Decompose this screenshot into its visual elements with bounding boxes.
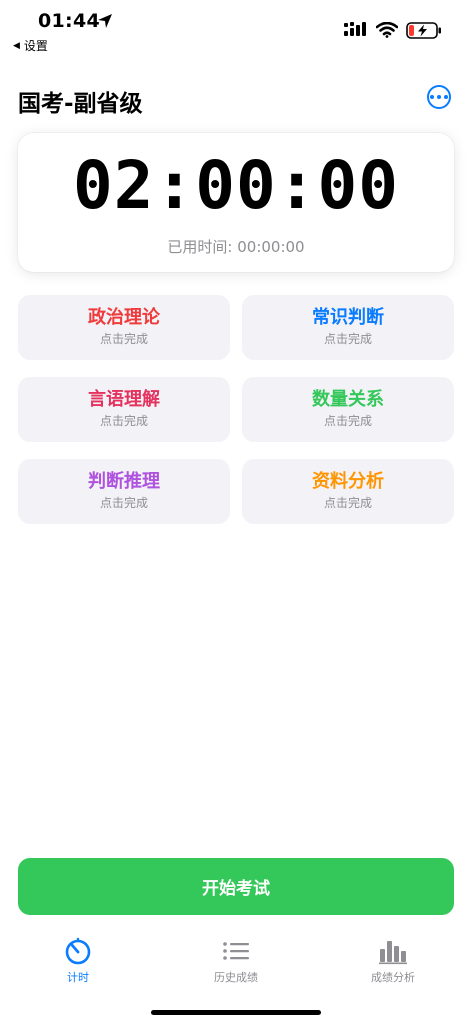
elapsed-label: 已用时间:	[167, 238, 233, 256]
subject-card-common-sense[interactable]: 常识判断 点击完成	[242, 295, 454, 360]
back-arrow-icon: ◀	[13, 40, 20, 51]
subject-card-quantitative[interactable]: 数量关系 点击完成	[242, 377, 454, 442]
home-indicator	[151, 1010, 321, 1015]
timer-card: 02:00:00 已用时间: 00:00:00	[18, 133, 454, 272]
tab-history[interactable]: 历史成绩	[176, 937, 296, 985]
tab-label: 历史成绩	[214, 971, 258, 984]
subject-status: 点击完成	[99, 414, 148, 428]
battery-charging-icon	[406, 22, 441, 39]
subject-status: 点击完成	[323, 496, 372, 510]
elapsed-time: 已用时间: 00:00:00	[18, 236, 454, 257]
timer-icon	[65, 937, 91, 965]
list-icon	[223, 942, 249, 960]
wifi-icon	[376, 22, 398, 38]
subject-name: 数量关系	[312, 389, 384, 410]
tab-timer[interactable]: 计时	[18, 937, 138, 985]
subject-status: 点击完成	[99, 332, 148, 346]
ellipsis-circle-icon	[430, 95, 434, 99]
subject-status: 点击完成	[99, 496, 148, 510]
subject-name: 常识判断	[312, 307, 384, 328]
back-to-settings-link[interactable]: ◀ 设置	[13, 37, 48, 54]
countdown-display: 02:00:00	[73, 147, 399, 224]
tab-label: 成绩分析	[371, 971, 415, 984]
bar-chart-icon	[379, 941, 407, 965]
subject-name: 言语理解	[88, 389, 160, 410]
page-title: 国考-副省级	[18, 91, 143, 117]
status-time: 01:44	[38, 10, 100, 32]
cellular-signal-icon	[344, 22, 366, 36]
subject-card-data-analysis[interactable]: 资料分析 点击完成	[242, 459, 454, 524]
tab-analysis[interactable]: 成绩分析	[333, 937, 453, 985]
subject-card-verbal[interactable]: 言语理解 点击完成	[18, 377, 230, 442]
tab-label: 计时	[67, 971, 89, 984]
subject-name: 政治理论	[88, 307, 160, 328]
start-exam-button[interactable]: 开始考试	[18, 858, 454, 915]
subject-card-reasoning[interactable]: 判断推理 点击完成	[18, 459, 230, 524]
subject-card-politics[interactable]: 政治理论 点击完成	[18, 295, 230, 360]
subject-status: 点击完成	[323, 414, 372, 428]
back-label: 设置	[23, 39, 48, 53]
subject-status: 点击完成	[323, 332, 372, 346]
more-options-button[interactable]	[427, 85, 451, 109]
location-arrow-icon	[98, 14, 112, 28]
subject-name: 判断推理	[88, 471, 160, 492]
subject-name: 资料分析	[312, 471, 384, 492]
elapsed-value: 00:00:00	[237, 238, 305, 256]
